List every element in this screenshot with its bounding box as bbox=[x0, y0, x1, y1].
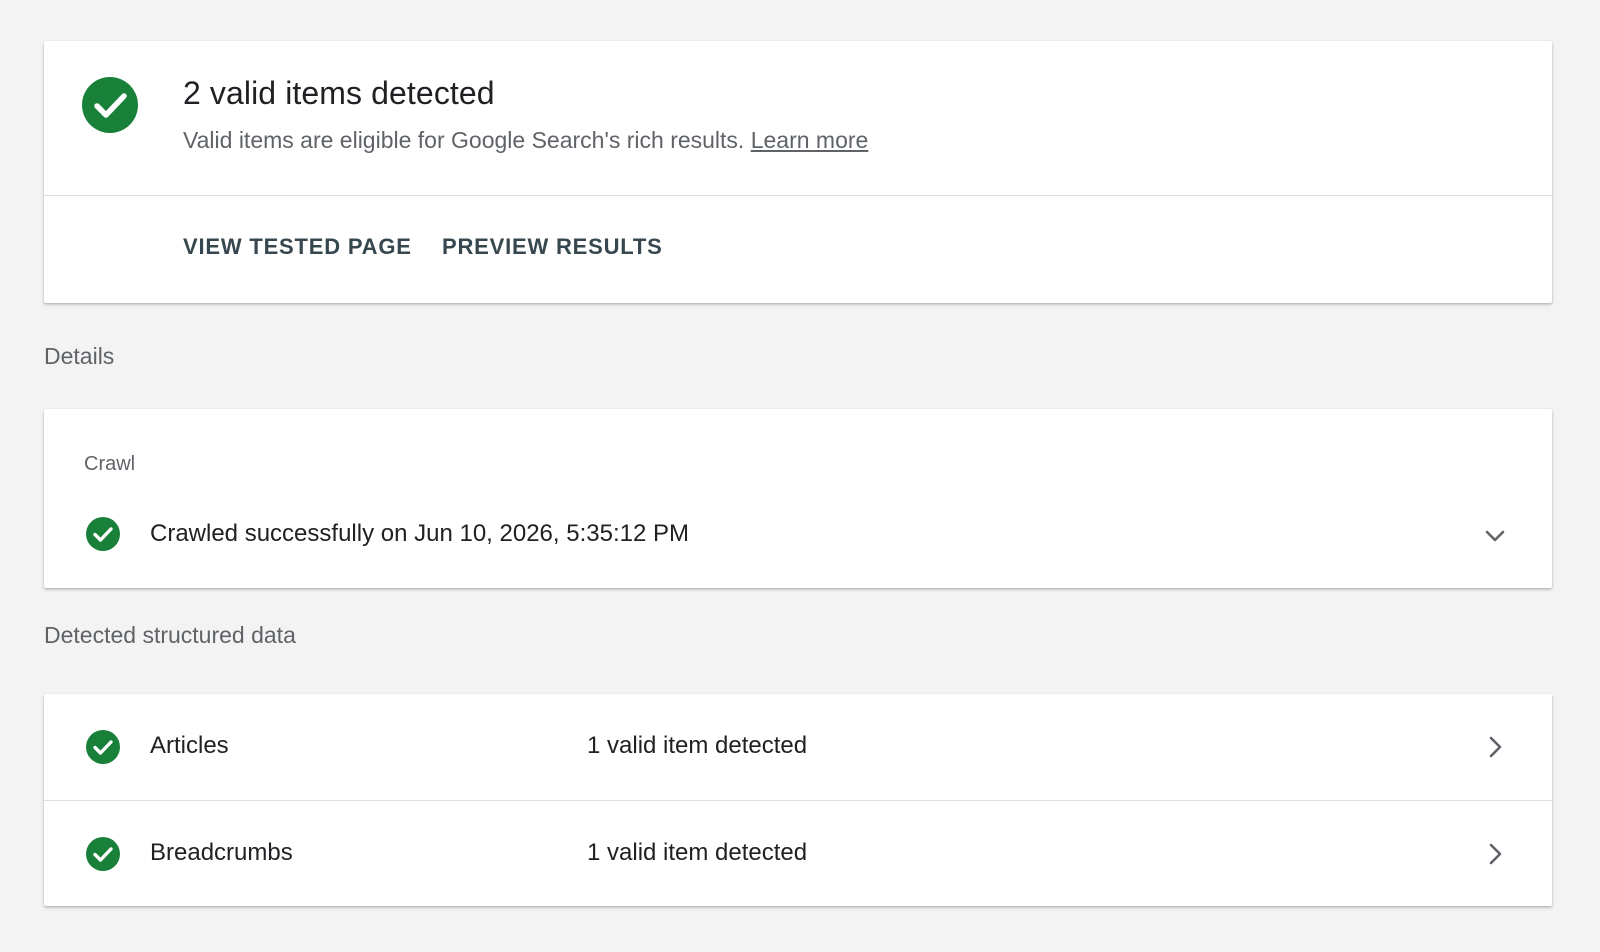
structured-data-section-label: Detected structured data bbox=[44, 622, 296, 648]
structured-data-status: 1 valid item detected bbox=[587, 839, 808, 866]
view-tested-page-button[interactable]: VIEW TESTED PAGE bbox=[183, 234, 412, 260]
learn-more-link[interactable]: Learn more bbox=[751, 127, 869, 153]
check-circle-icon bbox=[82, 77, 138, 133]
structured-data-card: Articles 1 valid item detected Breadcrum… bbox=[44, 694, 1552, 906]
summary-header: 2 valid items detected Valid items are e… bbox=[44, 41, 1552, 196]
crawl-card[interactable]: Crawl Crawled successfully on Jun 10, 20… bbox=[44, 409, 1552, 588]
summary-actions: VIEW TESTED PAGE PREVIEW RESULTS bbox=[44, 196, 1552, 302]
summary-subtitle: Valid items are eligible for Google Sear… bbox=[183, 127, 868, 154]
page: 2 valid items detected Valid items are e… bbox=[0, 0, 1600, 952]
crawl-heading: Crawl bbox=[84, 453, 136, 475]
chevron-right-icon[interactable] bbox=[1482, 841, 1508, 867]
check-circle-icon bbox=[86, 517, 120, 551]
structured-data-name: Breadcrumbs bbox=[150, 839, 293, 866]
check-circle-icon bbox=[86, 730, 120, 764]
chevron-down-icon[interactable] bbox=[1482, 523, 1508, 549]
structured-data-row-breadcrumbs[interactable]: Breadcrumbs 1 valid item detected bbox=[44, 800, 1552, 906]
summary-subtitle-text: Valid items are eligible for Google Sear… bbox=[183, 127, 745, 153]
crawl-status-text: Crawled successfully on Jun 10, 2026, 5:… bbox=[150, 520, 689, 547]
chevron-right-icon[interactable] bbox=[1482, 734, 1508, 760]
structured-data-name: Articles bbox=[150, 732, 229, 759]
preview-results-button[interactable]: PREVIEW RESULTS bbox=[442, 234, 663, 260]
details-section-label: Details bbox=[44, 343, 115, 369]
check-circle-icon bbox=[86, 837, 120, 871]
summary-title: 2 valid items detected bbox=[183, 75, 495, 111]
summary-card: 2 valid items detected Valid items are e… bbox=[44, 41, 1552, 303]
structured-data-row-articles[interactable]: Articles 1 valid item detected bbox=[44, 694, 1552, 800]
structured-data-status: 1 valid item detected bbox=[587, 732, 808, 759]
